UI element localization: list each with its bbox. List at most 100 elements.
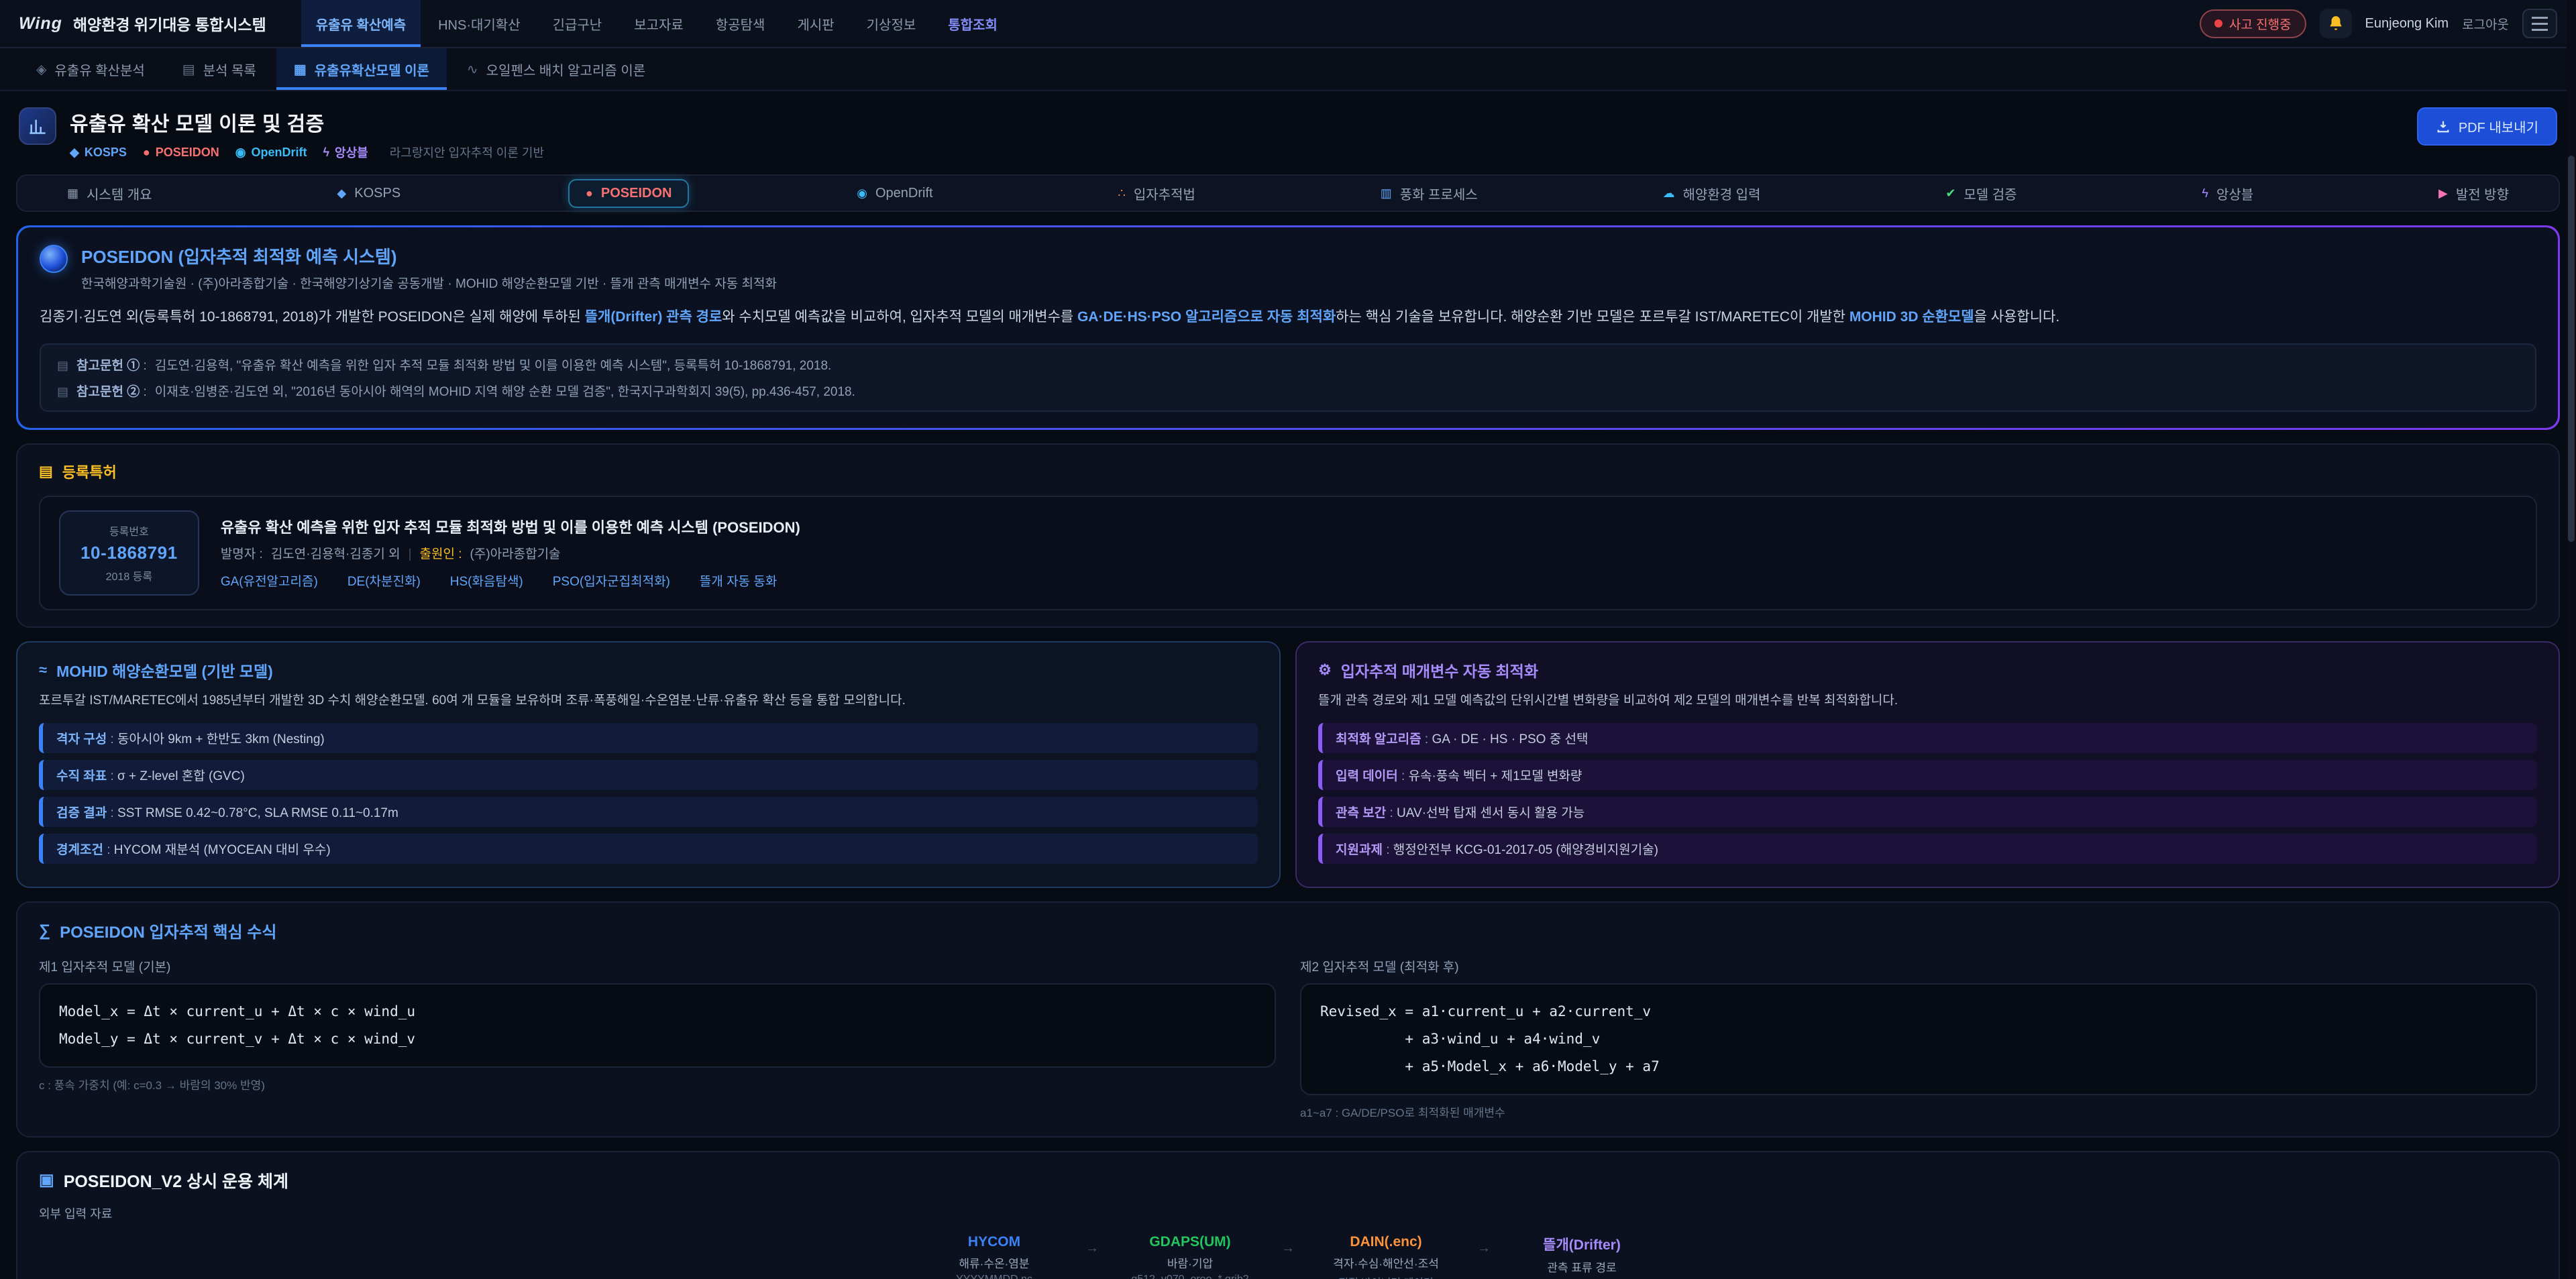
gear-icon: ⚙ [1318,661,1332,679]
poseidon-title: POSEIDON (입자추적 최적화 예측 시스템) [81,243,777,268]
optimization-card: ⚙ 입자추적 매개변수 자동 최적화 뜰개 관측 경로와 제1 모델 예측값의 … [1295,641,2560,888]
tag-hs[interactable]: HS(화음탐색) [450,571,523,590]
section-tabstrip: ▦ 시스템 개요 ◆KOSPS ●POSEIDON ◉OpenDrift ∴입자추… [16,174,2560,212]
tag-ga[interactable]: GA(유전알고리즘) [221,571,318,590]
menu-item-emergency-rescue[interactable]: 긴급구난 [538,0,617,47]
page-header: 유출유 확산 모델 이론 및 검증 ◆ KOSPS ● POSEIDON ◉ O [19,107,2557,161]
subnav-label: 오일펜스 배치 알고리즘 이론 [486,60,645,79]
spec-row: 격자 구성동아시아 9km + 한반도 3km (Nesting) [39,723,1258,753]
menu-item-hns-diffusion[interactable]: HNS·대기확산 [423,0,535,47]
tab-kosps[interactable]: ◆KOSPS [319,179,418,208]
incident-status-badge[interactable]: 사고 진행중 [2200,9,2306,38]
spec-row: 입력 데이터유속·풍속 벡터 + 제1모델 변화량 [1318,760,2537,790]
user-name: Eunjeong Kim [2365,16,2449,32]
tab-label: 시스템 개요 [87,184,152,203]
mohid-description: 포르투갈 IST/MARETEC에서 1985년부터 개발한 3D 수치 해양순… [39,691,1258,711]
tab-label: 모델 검증 [1964,184,2017,203]
tab-ensemble[interactable]: ϟ앙상블 [2184,177,2271,210]
menu-item-board[interactable]: 게시판 [782,0,849,47]
tag-pso[interactable]: PSO(입자군집최적화) [553,571,670,590]
spec-value: SST RMSE 0.42~0.78°C, SLA RMSE 0.11~0.17… [117,806,398,821]
applicant-label: 출원인 [420,544,462,562]
tab-opendrift[interactable]: ◉OpenDrift [839,179,950,208]
reference-item: ▤ 참고문헌 ② 이재호·임병준·김도연 외, "2016년 동아시아 해역의 … [57,382,2519,400]
lightning-icon: ϟ [323,146,330,160]
tab-label: POSEIDON [601,186,672,201]
patent-number-block: 등록번호 10-1868791 2018 등록 [59,510,199,596]
tag-drifter-assimilation[interactable]: 뜰개 자동 동화 [700,571,777,590]
scrollbar-thumb[interactable] [2568,156,2575,542]
formula-model1-note: c : 풍속 가중치 (예: c=0.3 → 바람의 30% 반영) [39,1076,1276,1093]
patent-number-label: 등록번호 [80,522,178,539]
spec-row: 수직 좌표σ + Z-level 혼합 (GVC) [39,760,1258,790]
flask-icon: ◈ [36,61,46,78]
badge-label: POSEIDON [156,146,219,160]
dots-icon: ∴ [1118,186,1125,201]
source-drifter: 뜰개(Drifter) 관측 표류 경로 GA/DE/PSO 동화 [1509,1234,1654,1279]
tab-model-validation[interactable]: ✔ 모델 검증 [1928,177,2034,210]
menu-item-integrated-search[interactable]: 통합조회 [933,0,1012,47]
badge-label: 앙상블 [335,144,368,161]
poseidon-orb-icon [40,245,68,273]
tab-system-overview[interactable]: ▦ 시스템 개요 [50,177,170,210]
tab-ocean-env-input[interactable]: ☁해양환경 입력 [1646,177,1778,210]
incident-status-label: 사고 진행중 [2229,15,2292,33]
subnav-item-model-theory[interactable]: ▦ 유출유확산모델 이론 [276,48,447,90]
source-desc: 관측 표류 경로 [1509,1258,1654,1275]
app-title: 해양환경 위기대응 통합시스템 [73,12,266,35]
notification-bell-icon[interactable] [2320,9,2352,38]
monitor-icon: ▣ [39,1170,54,1190]
check-icon: ✔ [1945,186,1955,201]
mohid-title: MOHID 해양순환모델 (기반 모델) [56,659,273,681]
reference-text: 이재호·임병준·김도연 외, "2016년 동아시아 해역의 MOHID 지역 … [155,382,855,400]
page-scrollbar[interactable] [2567,0,2576,1279]
reference-item: ▤ 참고문헌 ① 김도연·김용혁, "유출유 확산 예측을 위한 입자 추적 모… [57,355,2519,374]
source-gdaps: GDAPS(UM) 바람·기압 g512_v070_ereo_*.grib2 [1118,1234,1263,1279]
optimization-title: 입자추적 매개변수 자동 최적화 [1341,659,1538,681]
subnav-item-diffusion-analysis[interactable]: ◈ 유출유 확산분석 [19,48,162,90]
formula-model2-label: 제2 입자추적 모델 (최적화 후) [1300,957,2537,975]
menu-item-weather[interactable]: 기상정보 [852,0,931,47]
subnav-item-analysis-list[interactable]: ▤ 분석 목록 [165,48,274,90]
grid-icon: ▦ [67,186,78,201]
menu-item-aerial-search[interactable]: 항공탐색 [701,0,780,47]
reference-text: 김도연·김용혁, "유출유 확산 예측을 위한 입자 추적 모듈 최적화 방법 … [155,355,832,374]
menu-item-oil-spill-forecast[interactable]: 유출유 확산예측 [301,0,421,47]
status-dot-icon [2214,19,2222,27]
app-logo: Wing 해양환경 위기대응 통합시스템 [19,12,266,35]
tab-particle-tracking[interactable]: ∴입자추적법 [1100,177,1212,210]
tab-label: 앙상블 [2216,184,2253,203]
hamburger-menu-icon[interactable] [2522,9,2557,38]
logout-link[interactable]: 로그아웃 [2462,15,2509,33]
spec-label: 수직 좌표 [56,766,117,784]
patent-year: 2018 등록 [80,567,178,583]
top-navigation: Wing 해양환경 위기대응 통합시스템 유출유 확산예측 HNS·대기확산 긴… [0,0,2576,48]
source-file: YYYYMMDD.nc [922,1274,1067,1279]
tab-label: 해양환경 입력 [1683,184,1761,203]
data-sources-row: HYCOM 해류·수온·염분 YYYYMMDD.nc → GDAPS(UM) 바… [39,1234,2537,1279]
pdf-export-button[interactable]: PDF 내보내기 [2417,107,2557,146]
tag-de[interactable]: DE(차분진화) [347,571,421,590]
tab-weathering-process[interactable]: ▥풍화 프로세스 [1363,177,1495,210]
spec-row: 검증 결과SST RMSE 0.42~0.78°C, SLA RMSE 0.11… [39,797,1258,827]
wave-icon: ≈ [39,661,47,679]
tab-label: OpenDrift [875,186,933,201]
spec-value: UAV·선박 탑재 센서 동시 활용 가능 [1397,803,1585,821]
tab-future-direction[interactable]: ▶발전 방향 [2421,177,2526,210]
formula-model1: 제1 입자추적 모델 (기본) Model_x = Δt × current_u… [39,957,1276,1120]
sigma-icon: ∑ [39,922,50,940]
logo-wordmark: Wing [19,14,62,34]
subnav-item-oil-fence-theory[interactable]: ∿ 오일펜스 배치 알고리즘 이론 [449,48,663,90]
subnav-label: 유출유확산모델 이론 [315,60,429,79]
spec-row: 경계조건HYCOM 재분석 (MYOCEAN 대비 우수) [39,834,1258,864]
subnav-label: 분석 목록 [203,60,256,79]
menu-item-reports[interactable]: 보고자료 [619,0,698,47]
patent-number: 10-1868791 [80,543,178,563]
source-name: HYCOM [922,1234,1067,1250]
circle-icon: ● [143,146,150,160]
formula-model2: 제2 입자추적 모델 (최적화 후) Revised_x = a1·curren… [1300,957,2537,1120]
formula-section: ∑ POSEIDON 입자추적 핵심 수식 제1 입자추적 모델 (기본) Mo… [16,901,2560,1137]
patent-section-title: 등록특허 [62,461,117,482]
tab-poseidon[interactable]: ●POSEIDON [568,179,689,208]
applicant-name: (주)아라종합기술 [470,544,561,562]
